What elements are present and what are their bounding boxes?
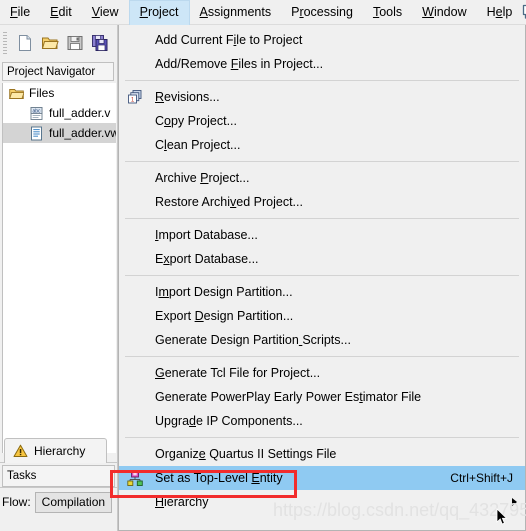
project-navigator-title: Project Navigator — [2, 62, 114, 81]
menu-separator — [125, 275, 519, 276]
menu-item-label: Copy Project... — [155, 114, 237, 128]
menu-item-label: Generate Design Partition Scripts... — [155, 333, 351, 347]
save-icon[interactable] — [62, 30, 87, 55]
project-menu-dropdown[interactable]: Add Current File to Project Add/Remove Fi… — [118, 25, 526, 531]
open-project-icon[interactable] — [37, 30, 62, 55]
menu-item-add-current-file-to-project[interactable]: Add Current File to Project — [119, 28, 525, 52]
menubar-item-assignments[interactable]: Assignments — [190, 0, 282, 24]
menu-item-label: Import Design Partition... — [155, 285, 293, 299]
menubar-item-label: View — [91, 4, 119, 19]
comment-bubble-icon[interactable] — [522, 4, 526, 20]
menu-separator — [125, 80, 519, 81]
menu-item-import-database[interactable]: Import Database... — [119, 223, 525, 247]
menu-item-clean-project[interactable]: Clean Project... — [119, 133, 525, 157]
menu-item-label: Generate PowerPlay Early Power Estimator… — [155, 390, 422, 404]
menu-item-label: Organize Quartus II Settings File — [155, 447, 337, 461]
abc-file-icon: abc — [27, 105, 45, 121]
menu-item-label: Revisions... — [155, 90, 220, 104]
revisions-icon: 1 — [126, 88, 144, 106]
toolbar-grip[interactable] — [3, 31, 7, 54]
menubar-item-label: Assignments — [199, 4, 272, 19]
menubar-item-window[interactable]: Window — [412, 0, 476, 24]
menubar-item-processing[interactable]: Processing — [281, 0, 363, 24]
svg-text:abc: abc — [32, 108, 41, 114]
menu-item-generate-design-partition-scripts[interactable]: Generate Design Partition Scripts... — [119, 328, 525, 352]
menubar-item-label: Project — [139, 5, 179, 19]
menu-item-import-design-partition[interactable]: Import Design Partition... — [119, 280, 525, 304]
menu-item-add-remove-files-in-project[interactable]: Add/Remove Files in Project... — [119, 52, 525, 76]
top-level-entity-icon — [126, 469, 144, 487]
project-navigator-title-label: Project Navigator — [7, 65, 96, 78]
flow-combo-box[interactable]: Compilation — [34, 491, 113, 513]
menubar-item-view[interactable]: View — [82, 0, 129, 24]
flow-label: Flow: — [2, 495, 31, 509]
menu-separator — [125, 218, 519, 219]
menubar-item-edit[interactable]: Edit — [40, 0, 82, 24]
menu-item-copy-project[interactable]: Copy Project... — [119, 109, 525, 133]
submenu-arrow-icon — [512, 498, 517, 506]
document-file-icon — [27, 125, 45, 141]
menu-item-organize-quartus-ii-settings-file[interactable]: Organize Quartus II Settings File — [119, 442, 525, 466]
new-file-icon[interactable] — [12, 30, 37, 55]
menu-item-generate-powerplay-early-power-estimator-file[interactable]: Generate PowerPlay Early Power Estimator… — [119, 385, 525, 409]
tree-item[interactable]: Files — [3, 83, 116, 103]
project-files-tree[interactable]: Files abc full_adder.v full_adder.vw — [2, 83, 116, 453]
menu-item-label: Export Design Partition... — [155, 309, 294, 323]
menubar-item-label: File — [10, 4, 31, 19]
menu-item-label: Add Current File to Project — [155, 33, 303, 47]
tab-hierarchy-label: Hierarchy — [34, 444, 86, 458]
menu-separator — [125, 356, 519, 357]
flow-selector-row: Flow: Compilation — [2, 490, 117, 514]
menubar-item-help[interactable]: Help — [477, 0, 523, 24]
menubar-item-project[interactable]: Project — [128, 0, 190, 25]
menu-item-label: Export Database... — [155, 252, 259, 266]
save-all-icon[interactable] — [87, 30, 112, 55]
menu-item-label: Clean Project... — [155, 138, 241, 152]
menu-item-export-design-partition[interactable]: Export Design Partition... — [119, 304, 525, 328]
menu-bar: File Edit View Project Assignments Processing… — [0, 0, 526, 25]
main-toolbar — [0, 25, 118, 60]
menu-item-label: Archive Project... — [155, 171, 250, 185]
tasks-panel-title: Tasks — [2, 465, 115, 487]
menu-item-export-database[interactable]: Export Database... — [119, 247, 525, 271]
tree-item-label: full_adder.vw — [49, 126, 116, 140]
tree-item[interactable]: full_adder.vw — [3, 123, 116, 143]
menubar-item-label: Processing — [291, 4, 353, 19]
tasks-panel-title-label: Tasks — [7, 470, 37, 482]
menu-item-restore-archived-project[interactable]: Restore Archived Project... — [119, 190, 525, 214]
menubar-item-file[interactable]: File — [0, 0, 40, 24]
menubar-item-label: Edit — [50, 4, 72, 19]
tree-item-label: Files — [29, 86, 55, 100]
menu-item-label: Import Database... — [155, 228, 258, 242]
tree-item-label: full_adder.v — [49, 106, 111, 120]
menu-item-revisions[interactable]: 1 Revisions... — [119, 85, 525, 109]
tab-hierarchy[interactable]: Hierarchy — [4, 438, 107, 463]
menu-item-label: Add/Remove Files in Project... — [155, 57, 324, 71]
warning-triangle-icon — [13, 444, 28, 458]
flow-combo-value: Compilation — [41, 495, 106, 509]
tree-item[interactable]: abc full_adder.v — [3, 103, 116, 123]
menu-item-label: Generate Tcl File for Project... — [155, 366, 321, 380]
menu-separator — [125, 161, 519, 162]
menu-item-label: Upgrade IP Components... — [155, 414, 303, 428]
menu-separator — [125, 437, 519, 438]
menu-item-shortcut: Ctrl+Shift+J — [450, 471, 513, 485]
menu-item-label: Set as Top-Level Entity — [155, 471, 283, 485]
menubar-item-label: Window — [422, 4, 467, 19]
menubar-item-label: Tools — [372, 4, 403, 19]
menubar-item-tools[interactable]: Tools — [363, 0, 412, 24]
menu-item-label: Restore Archived Project... — [155, 195, 303, 209]
menu-item-archive-project[interactable]: Archive Project... — [119, 166, 525, 190]
menu-item-upgrade-ip-components[interactable]: Upgrade IP Components... — [119, 409, 525, 433]
folder-open-icon — [7, 85, 25, 101]
project-navigator-panel: Project Navigator Files abc full_adder.vfu… — [0, 60, 118, 531]
menu-item-set-as-top-level-entity[interactable]: Set as Top-Level Entity Ctrl+Shift+J — [119, 466, 525, 490]
menu-item-label: Hierarchy — [155, 495, 209, 509]
menu-item-hierarchy[interactable]: Hierarchy — [119, 490, 525, 514]
menu-item-generate-tcl-file-for-project[interactable]: Generate Tcl File for Project... — [119, 361, 525, 385]
menubar-item-label: Help — [486, 4, 513, 19]
panel-divider-2 — [0, 487, 118, 488]
